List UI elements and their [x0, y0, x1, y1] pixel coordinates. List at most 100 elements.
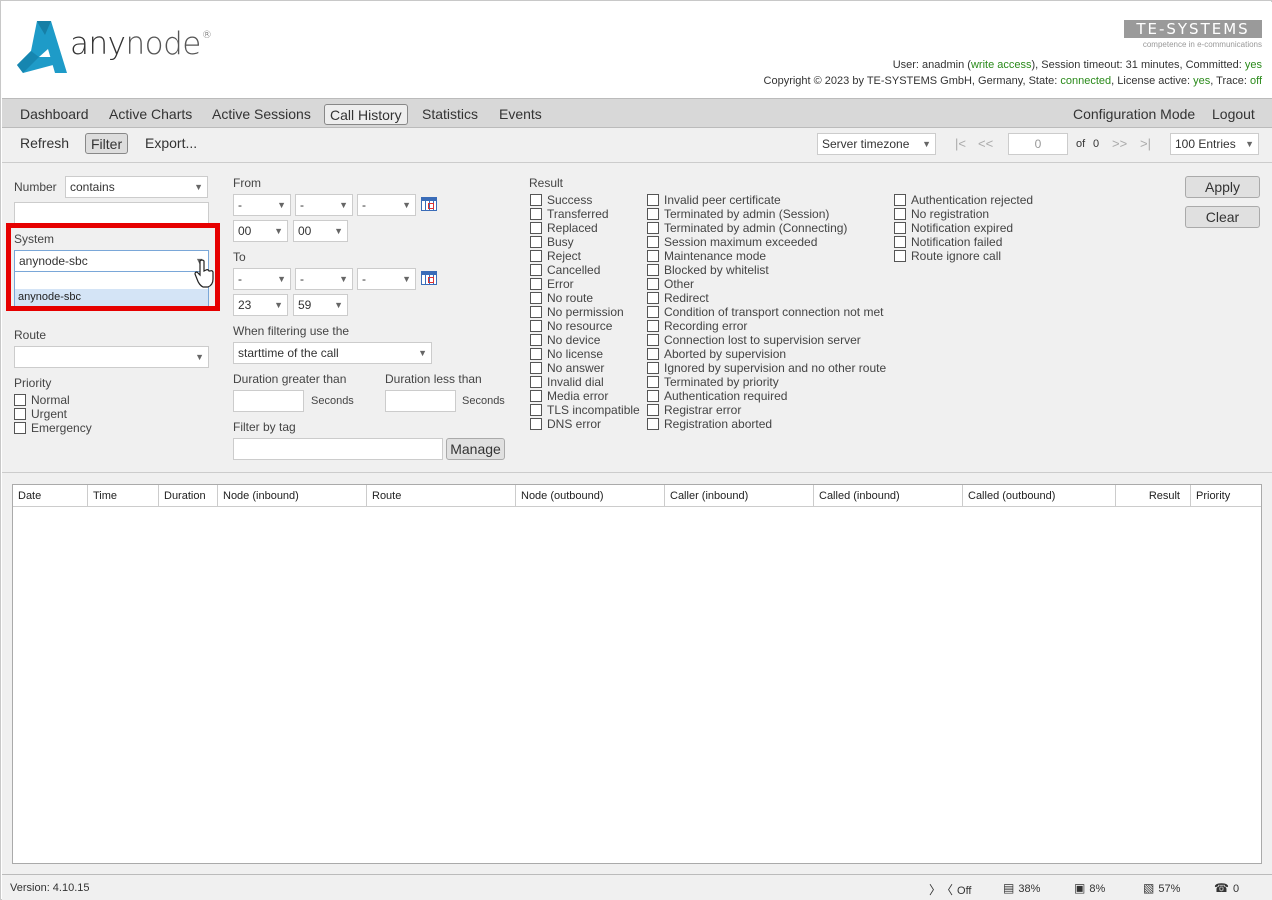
column-header-result[interactable]: Result	[1116, 485, 1191, 507]
from-hour-select[interactable]: 00 ▼	[233, 220, 288, 242]
result-route-ignore-call-checkbox[interactable]: Route ignore call	[894, 250, 1001, 264]
number-mode-select[interactable]: contains ▼	[65, 176, 208, 198]
checkbox-icon[interactable]	[647, 292, 659, 304]
checkbox-icon[interactable]	[894, 250, 906, 262]
result-no-license-checkbox[interactable]: No license	[530, 348, 603, 362]
checkbox-icon[interactable]	[894, 236, 906, 248]
calendar-icon[interactable]	[421, 197, 437, 211]
checkbox-icon[interactable]	[530, 306, 542, 318]
to-minute-select[interactable]: 59 ▼	[293, 294, 348, 316]
next-page-button[interactable]: >>	[1112, 136, 1127, 151]
nav-events[interactable]: Events	[494, 104, 547, 125]
checkbox-icon[interactable]	[14, 408, 26, 420]
result-no-registration-checkbox[interactable]: No registration	[894, 208, 989, 222]
checkbox-icon[interactable]	[894, 222, 906, 234]
checkbox-icon[interactable]	[14, 394, 26, 406]
configuration-mode-link[interactable]: Configuration Mode	[1068, 104, 1200, 125]
route-select[interactable]: ▼	[14, 346, 209, 368]
checkbox-icon[interactable]	[647, 250, 659, 262]
result-registration-aborted-checkbox[interactable]: Registration aborted	[647, 418, 772, 432]
time-basis-select[interactable]: starttime of the call ▼	[233, 342, 432, 364]
checkbox-icon[interactable]	[647, 264, 659, 276]
checkbox-icon[interactable]	[530, 208, 542, 220]
result-no-route-checkbox[interactable]: No route	[530, 292, 593, 306]
filter-button[interactable]: Filter	[85, 133, 129, 154]
column-header-route[interactable]: Route	[367, 485, 516, 507]
column-header-node-inbound[interactable]: Node (inbound)	[218, 485, 367, 507]
result-reject-checkbox[interactable]: Reject	[530, 250, 581, 264]
to-month-select[interactable]: - ▼	[295, 268, 353, 290]
result-connection-lost-to-supervision-server-checkbox[interactable]: Connection lost to supervision server	[647, 334, 861, 348]
checkbox-icon[interactable]	[530, 362, 542, 374]
nav-call-history[interactable]: Call History	[324, 104, 408, 125]
result-ignored-by-supervision-and-no-other-route-checkbox[interactable]: Ignored by supervision and no other rout…	[647, 362, 886, 376]
manage-tags-button[interactable]: Manage	[446, 438, 505, 460]
to-hour-select[interactable]: 23 ▼	[233, 294, 288, 316]
tag-input[interactable]	[233, 438, 443, 460]
checkbox-icon[interactable]	[647, 278, 659, 290]
result-terminated-by-priority-checkbox[interactable]: Terminated by priority	[647, 376, 779, 390]
checkbox-icon[interactable]	[530, 376, 542, 388]
checkbox-icon[interactable]	[530, 264, 542, 276]
result-redirect-checkbox[interactable]: Redirect	[647, 292, 709, 306]
checkbox-icon[interactable]	[647, 418, 659, 430]
result-notification-expired-checkbox[interactable]: Notification expired	[894, 222, 1013, 236]
clear-button[interactable]: Clear	[1185, 206, 1260, 228]
column-header-date[interactable]: Date	[13, 485, 88, 507]
checkbox-icon[interactable]	[530, 236, 542, 248]
export-button[interactable]: Export...	[140, 133, 202, 154]
checkbox-icon[interactable]	[530, 390, 542, 402]
last-page-button[interactable]: >|	[1140, 136, 1151, 151]
result-aborted-by-supervision-checkbox[interactable]: Aborted by supervision	[647, 348, 786, 362]
checkbox-icon[interactable]	[14, 422, 26, 434]
nav-dashboard[interactable]: Dashboard	[15, 104, 94, 125]
from-year-select[interactable]: - ▼	[357, 194, 416, 216]
result-success-checkbox[interactable]: Success	[530, 194, 592, 208]
checkbox-icon[interactable]	[647, 222, 659, 234]
checkbox-icon[interactable]	[530, 418, 542, 430]
checkbox-icon[interactable]	[530, 250, 542, 262]
result-no-resource-checkbox[interactable]: No resource	[530, 320, 612, 334]
result-no-answer-checkbox[interactable]: No answer	[530, 362, 604, 376]
result-cancelled-checkbox[interactable]: Cancelled	[530, 264, 600, 278]
number-input[interactable]	[14, 202, 209, 224]
result-replaced-checkbox[interactable]: Replaced	[530, 222, 598, 236]
from-minute-select[interactable]: 00 ▼	[293, 220, 348, 242]
result-error-checkbox[interactable]: Error	[530, 278, 574, 292]
column-header-called-outbound[interactable]: Called (outbound)	[963, 485, 1116, 507]
result-no-permission-checkbox[interactable]: No permission	[530, 306, 624, 320]
column-header-time[interactable]: Time	[88, 485, 159, 507]
result-authentication-required-checkbox[interactable]: Authentication required	[647, 390, 787, 404]
checkbox-icon[interactable]	[647, 306, 659, 318]
entries-per-page-select[interactable]: 100 Entries ▼	[1170, 133, 1259, 155]
checkbox-icon[interactable]	[647, 376, 659, 388]
result-terminated-by-admin-connecting-checkbox[interactable]: Terminated by admin (Connecting)	[647, 222, 847, 236]
result-recording-error-checkbox[interactable]: Recording error	[647, 320, 747, 334]
result-media-error-checkbox[interactable]: Media error	[530, 390, 608, 404]
duration-less-input[interactable]	[385, 390, 456, 412]
to-year-select[interactable]: - ▼	[357, 268, 416, 290]
priority-urgent-checkbox[interactable]: Urgent	[14, 408, 67, 422]
checkbox-icon[interactable]	[647, 320, 659, 332]
result-tls-incompatible-checkbox[interactable]: TLS incompatible	[530, 404, 640, 418]
column-header-duration[interactable]: Duration	[159, 485, 218, 507]
checkbox-icon[interactable]	[530, 292, 542, 304]
checkbox-icon[interactable]	[894, 194, 906, 206]
page-input[interactable]: 0	[1008, 133, 1068, 155]
result-notification-failed-checkbox[interactable]: Notification failed	[894, 236, 1002, 250]
checkbox-icon[interactable]	[647, 208, 659, 220]
from-month-select[interactable]: - ▼	[295, 194, 353, 216]
checkbox-icon[interactable]	[647, 404, 659, 416]
logout-link[interactable]: Logout	[1207, 104, 1260, 125]
refresh-button[interactable]: Refresh	[15, 133, 74, 154]
checkbox-icon[interactable]	[647, 334, 659, 346]
result-authentication-rejected-checkbox[interactable]: Authentication rejected	[894, 194, 1033, 208]
checkbox-icon[interactable]	[647, 236, 659, 248]
to-day-select[interactable]: - ▼	[233, 268, 291, 290]
first-page-button[interactable]: |<	[955, 136, 966, 151]
checkbox-icon[interactable]	[647, 348, 659, 360]
from-day-select[interactable]: - ▼	[233, 194, 291, 216]
result-blocked-by-whitelist-checkbox[interactable]: Blocked by whitelist	[647, 264, 769, 278]
checkbox-icon[interactable]	[530, 348, 542, 360]
column-header-node-outbound[interactable]: Node (outbound)	[516, 485, 665, 507]
